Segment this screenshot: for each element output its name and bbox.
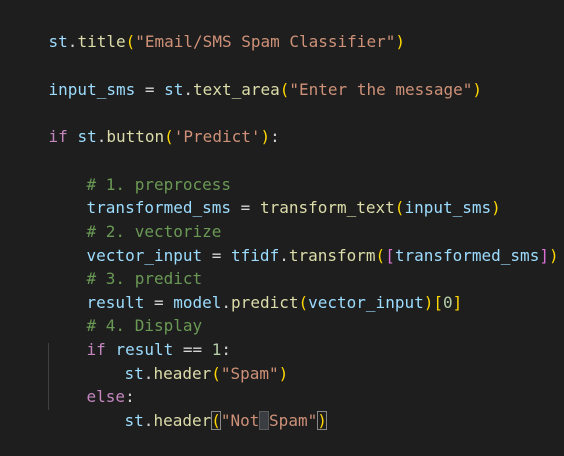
- token-bracket: ): [260, 126, 271, 146]
- token-bracket: [: [433, 292, 443, 312]
- token-function: header: [153, 363, 212, 383]
- token-bracket: (: [211, 363, 221, 383]
- token-punctuation: .: [279, 245, 289, 265]
- token-selection: [259, 410, 270, 430]
- token-variable: transformed_sms: [394, 245, 540, 265]
- token-bracket: [: [385, 245, 395, 265]
- token-function: predict: [231, 292, 299, 312]
- code-line[interactable]: transformed_sms = transform_text(input_s…: [48, 172, 501, 217]
- token-bracket: ): [472, 79, 483, 99]
- token-punctuation: .: [143, 410, 154, 430]
- token-bracket: ): [395, 31, 405, 51]
- token-bracket: (: [394, 197, 405, 217]
- token-variable: vector_input: [308, 292, 424, 312]
- token-function: transform: [288, 245, 376, 265]
- token-keyword: if: [48, 126, 68, 146]
- code-line[interactable]: st.title("Email/SMS Spam Classifier"): [10, 6, 405, 51]
- token-operator: =: [135, 79, 165, 99]
- token-bracket: (: [375, 245, 386, 265]
- code-editor[interactable]: st.title("Email/SMS Spam Classifier") in…: [0, 0, 564, 430]
- token-string: "Spam": [220, 363, 279, 383]
- code-line[interactable]: vector_input = tfidf.transform([transfor…: [48, 220, 559, 265]
- token-punctuation: :: [270, 126, 280, 146]
- token-string: "Email/SMS Spam Classifier": [135, 31, 396, 51]
- token-bracket: (: [298, 292, 309, 312]
- token-bracket: (: [211, 410, 221, 430]
- code-line[interactable]: st.header("Spam"): [86, 338, 289, 383]
- token-string: 'Predict': [173, 126, 261, 146]
- token-string: Spam": [269, 410, 318, 430]
- token-bracket: ): [317, 410, 327, 430]
- code-line[interactable]: # 3. predict: [48, 243, 203, 288]
- token-variable: tfidf: [231, 245, 280, 265]
- token-bracket: ): [278, 363, 289, 383]
- token-punctuation: .: [143, 363, 154, 383]
- token-variable: input_sms: [48, 79, 136, 99]
- code-line[interactable]: input_sms = st.text_area("Enter the mess…: [10, 54, 483, 99]
- token-variable: st: [48, 31, 68, 51]
- code-line[interactable]: result = model.predict(vector_input)[0]: [48, 267, 463, 312]
- token-operator: =: [202, 245, 232, 265]
- token-bracket: (: [125, 31, 136, 51]
- token-variable: st: [77, 126, 97, 146]
- token-bracket: ): [548, 245, 559, 265]
- token-bracket: ): [423, 292, 434, 312]
- token-variable: st: [164, 79, 184, 99]
- token-operator: =: [231, 197, 260, 217]
- token-punctuation: .: [221, 292, 232, 312]
- token-function: header: [153, 410, 212, 430]
- token-bracket: (: [164, 126, 174, 146]
- token-variable: st: [124, 410, 144, 430]
- code-line[interactable]: if result == 1:: [48, 314, 232, 359]
- token-function: transform_text: [259, 197, 395, 217]
- token-punctuation: .: [67, 31, 78, 51]
- token-punctuation: .: [96, 126, 107, 146]
- token-string: "Not: [220, 410, 260, 430]
- code-line[interactable]: # 2. vectorize: [48, 196, 222, 241]
- token-function: button: [106, 126, 165, 146]
- token-number: 0: [443, 292, 453, 312]
- token-variable: input_sms: [404, 197, 492, 217]
- code-line[interactable]: # 4. Display: [48, 290, 203, 335]
- token-bracket: ): [491, 197, 501, 217]
- token-function: text_area: [193, 79, 280, 99]
- token-bracket: ]: [539, 245, 549, 265]
- code-line[interactable]: st.header("Not Spam"): [86, 385, 327, 430]
- token-string: "Enter the message": [289, 79, 473, 99]
- token-bracket: (: [279, 79, 290, 99]
- code-line[interactable]: if st.button('Predict'):: [10, 101, 280, 146]
- code-line[interactable]: # 1. preprocess: [48, 149, 232, 194]
- token-punctuation: .: [183, 79, 194, 99]
- token-function: title: [77, 31, 126, 51]
- token-bracket: ]: [452, 292, 463, 312]
- code-line[interactable]: else:: [48, 361, 135, 406]
